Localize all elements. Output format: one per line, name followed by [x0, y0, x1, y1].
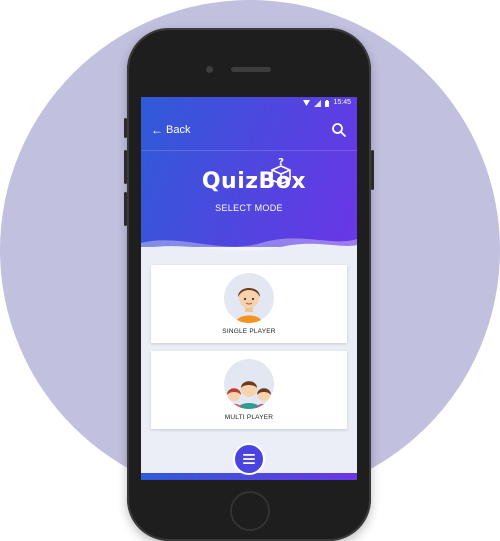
single-player-label: SINGLE PLAYER: [222, 328, 276, 335]
phone-volume-down: [124, 192, 127, 226]
multi-player-label: MULTI PLAYER: [224, 414, 274, 421]
back-label: Back: [166, 123, 191, 136]
back-button[interactable]: ← Back: [151, 124, 190, 136]
app-bar: ← Back: [141, 109, 357, 151]
header-wave: [141, 238, 357, 265]
single-player-card[interactable]: SINGLE PLAYER: [151, 265, 347, 343]
status-time: 15:45: [333, 99, 351, 106]
multi-player-icon: [224, 359, 274, 409]
menu-icon: [243, 454, 255, 464]
status-bar: 15:45: [141, 97, 357, 109]
signal-icon: [314, 99, 322, 107]
back-arrow-icon: ←: [151, 122, 163, 137]
search-icon[interactable]: [331, 122, 347, 138]
svg-text:?: ?: [278, 157, 284, 168]
quiz-box-icon: ?: [271, 157, 291, 184]
single-player-icon: [224, 273, 274, 323]
front-camera: [206, 66, 213, 73]
phone-frame: 15:45 ← Back QuizBox ? SELECT MODE SINGL…: [124, 28, 374, 541]
app-screen: 15:45 ← Back QuizBox ? SELECT MODE SINGL…: [141, 97, 357, 480]
multi-player-card[interactable]: MULTI PLAYER: [151, 351, 347, 429]
phone-power-button: [371, 150, 374, 190]
app-logo: QuizBox ?: [141, 157, 357, 201]
phone-mute-switch: [124, 118, 127, 138]
earpiece-speaker: [231, 67, 271, 72]
home-button[interactable]: [230, 491, 270, 531]
select-mode-heading: SELECT MODE: [215, 203, 283, 213]
phone-volume-up: [124, 150, 127, 184]
menu-button[interactable]: [233, 443, 265, 475]
wifi-icon: [303, 100, 311, 106]
battery-icon: [325, 99, 330, 107]
